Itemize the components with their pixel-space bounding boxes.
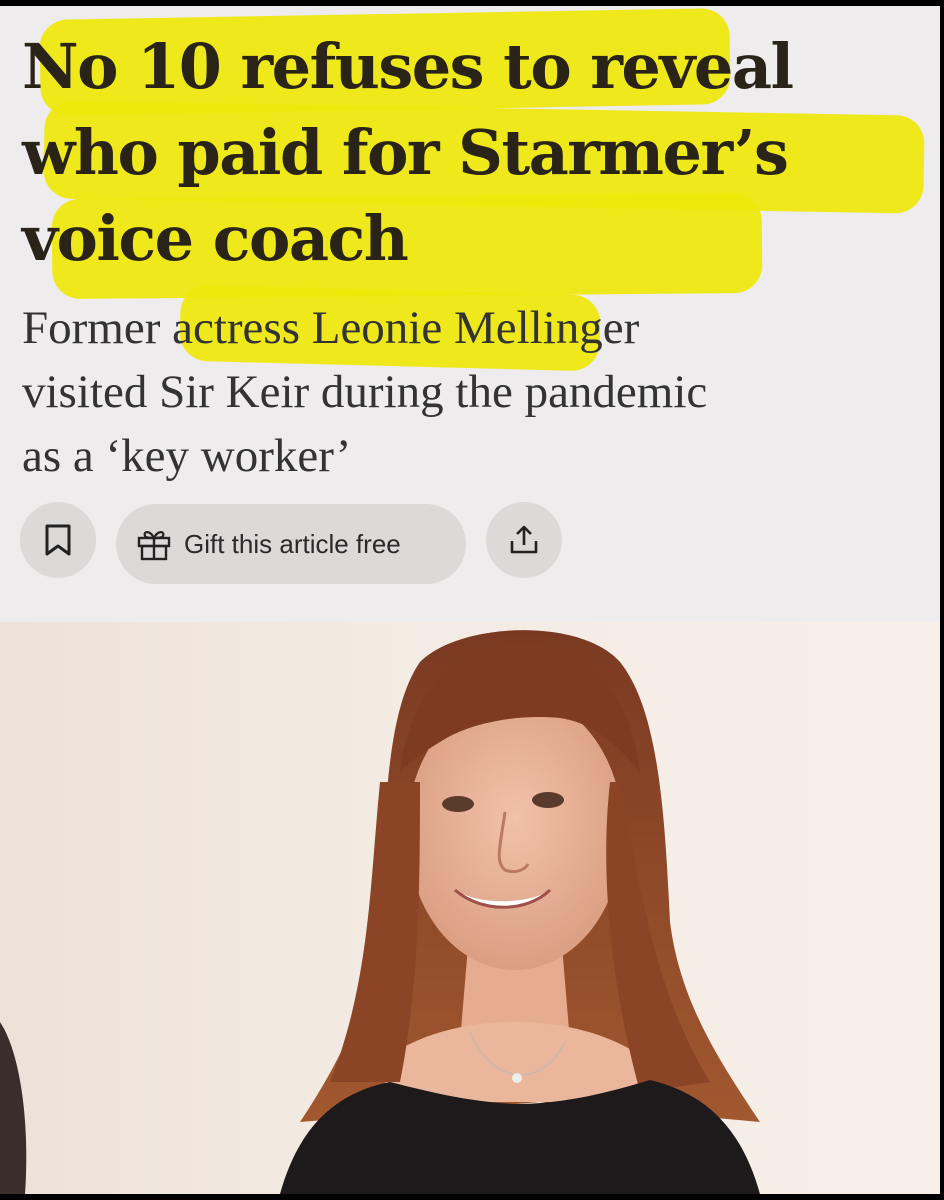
- article-page: No 10 refuses to reveal who paid for Sta…: [0, 0, 944, 1200]
- frame-edge-top: [0, 0, 944, 6]
- woman-portrait-illustration: [0, 630, 760, 1194]
- headline-line: No 10 refuses to reveal: [22, 30, 794, 103]
- bookmark-button[interactable]: [20, 502, 96, 578]
- headline-line: who paid for Starmer’s: [22, 116, 789, 189]
- frame-edge-right: [940, 0, 944, 1200]
- gift-article-button[interactable]: Gift this article free: [116, 504, 466, 584]
- bookmark-icon: [45, 524, 71, 556]
- article-headline: No 10 refuses to reveal who paid for Sta…: [22, 24, 922, 282]
- article-photo: [0, 622, 940, 1194]
- standfirst-line: as a ‘key worker’: [22, 430, 352, 482]
- headline-line: voice coach: [22, 202, 409, 275]
- standfirst-line: Former actress Leonie Mellinger: [22, 302, 640, 354]
- gift-article-label: Gift this article free: [184, 528, 401, 559]
- article-standfirst: Former actress Leonie Mellinger visited …: [22, 296, 922, 488]
- frame-edge-bottom: [0, 1194, 944, 1200]
- standfirst-line: visited Sir Keir during the pandemic: [22, 366, 708, 418]
- share-icon: [510, 525, 538, 554]
- gift-icon: [137, 531, 171, 561]
- share-button[interactable]: [486, 502, 562, 578]
